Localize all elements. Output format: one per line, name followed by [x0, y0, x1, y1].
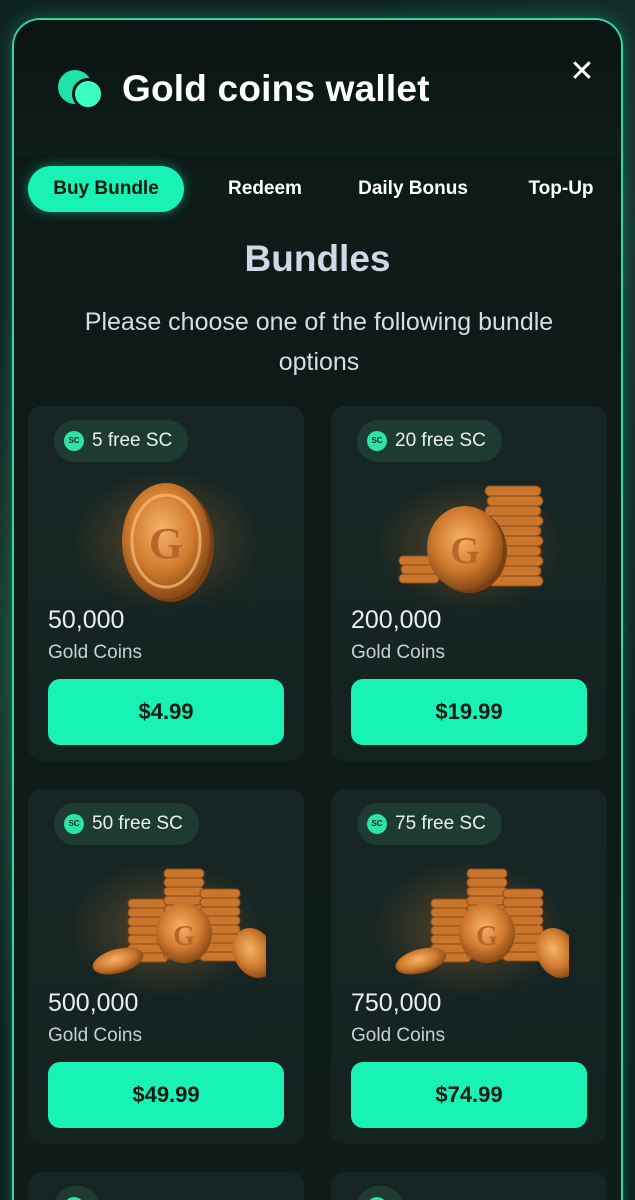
svg-text:G: G	[149, 519, 183, 568]
badge-text: 20 free SC	[395, 430, 486, 451]
wallet-logo-icon	[58, 68, 106, 112]
section-description: Please choose one of the following bundl…	[84, 308, 554, 376]
sc-coin-icon: SC	[64, 814, 84, 834]
bundle-card: SC 50 free SC G 500,000 Gold Coins $49.9…	[28, 789, 304, 1144]
buy-button[interactable]: $74.99	[351, 1062, 587, 1128]
single-coin-icon: G	[71, 471, 261, 611]
free-sc-badge: SC 75 free SC	[357, 803, 502, 845]
buy-button[interactable]: $4.99	[48, 679, 284, 745]
buy-button[interactable]: $49.99	[48, 1062, 284, 1128]
free-sc-badge: SC 20 free SC	[357, 420, 502, 462]
badge-text: 50 free SC	[92, 813, 183, 834]
wallet-modal: Gold coins wallet ✕ Buy Bundle Redeem Da…	[12, 18, 623, 1200]
coin-unit: Gold Coins	[351, 1025, 445, 1046]
sc-coin-icon: SC	[367, 431, 387, 451]
badge-text: 75 free SC	[395, 813, 486, 834]
coin-amount: 750,000	[351, 989, 442, 1017]
bundle-card: SC 5 free SC G 50,000 Gold Coins $4.99	[28, 406, 304, 761]
coin-unit: Gold Coins	[48, 1025, 142, 1046]
coin-pile-icon: G	[68, 861, 266, 997]
coin-pile-icon: G	[371, 861, 569, 997]
sc-coin-icon: SC	[367, 814, 387, 834]
close-icon[interactable]: ✕	[568, 57, 596, 87]
free-sc-badge: SC 5 free SC	[54, 420, 189, 462]
coin-unit: Gold Coins	[351, 642, 445, 663]
section-title: Bundles	[244, 238, 391, 279]
modal-header: Gold coins wallet ✕	[14, 20, 621, 155]
svg-text:G: G	[173, 921, 195, 952]
svg-text:G: G	[450, 530, 480, 572]
modal-title: Gold coins wallet	[122, 68, 430, 109]
svg-text:G: G	[476, 921, 498, 952]
free-sc-badge	[54, 1186, 100, 1200]
free-sc-badge	[357, 1186, 403, 1200]
sc-coin-icon: SC	[64, 431, 84, 451]
bundle-card: SC 20 free SC G 200,000 Gold Coins $19.9…	[331, 406, 607, 761]
badge-text: 5 free SC	[92, 430, 173, 451]
tab-top-up[interactable]: Top-Up	[498, 166, 621, 212]
coin-amount: 500,000	[48, 989, 139, 1017]
tab-bar: Buy Bundle Redeem Daily Bonus Top-Up	[28, 166, 608, 212]
bundle-card: SC 75 free SC G 750,000 Gold Coins $74.9…	[331, 789, 607, 1144]
tab-buy-bundle[interactable]: Buy Bundle	[28, 166, 184, 212]
buy-button[interactable]: $19.99	[351, 679, 587, 745]
coin-stack-icon: G	[374, 481, 564, 611]
bundle-card	[28, 1172, 304, 1200]
coin-amount: 50,000	[48, 606, 125, 634]
coin-unit: Gold Coins	[48, 642, 142, 663]
free-sc-badge: SC 50 free SC	[54, 803, 199, 845]
bundle-card	[331, 1172, 607, 1200]
coin-amount: 200,000	[351, 606, 442, 634]
tab-daily-bonus[interactable]: Daily Bonus	[338, 166, 488, 212]
tab-redeem[interactable]: Redeem	[200, 166, 330, 212]
